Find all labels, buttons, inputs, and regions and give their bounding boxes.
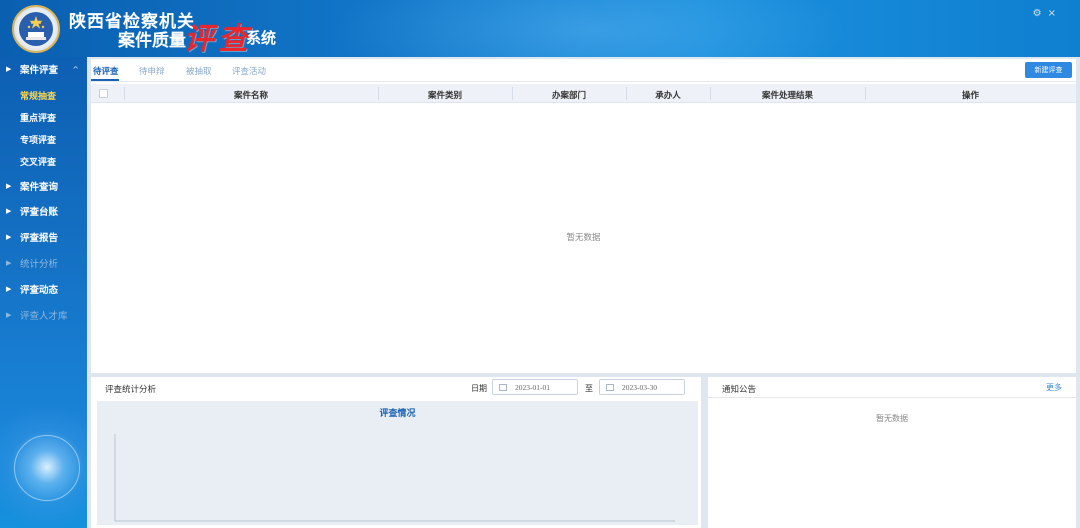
active-tab-indicator bbox=[91, 79, 119, 81]
tab-selected[interactable]: 被抽取 bbox=[186, 65, 212, 77]
sidebar-subitem-key-review[interactable]: 重点评查 bbox=[20, 111, 56, 124]
date-label: 日期 bbox=[471, 384, 487, 393]
notice-panel: 通知公告 更多 暂无数据 bbox=[708, 377, 1076, 528]
sidebar-item-statistics[interactable]: ▶ 统计分析 bbox=[0, 253, 87, 273]
select-all-checkbox[interactable] bbox=[99, 89, 108, 98]
caret-right-icon: ▶ bbox=[6, 182, 12, 190]
date-range-separator: 至 bbox=[585, 384, 593, 393]
procuratorate-emblem-logo bbox=[12, 5, 60, 53]
tab-review-activity[interactable]: 评查活动 bbox=[232, 65, 266, 77]
calendar-icon bbox=[499, 383, 507, 391]
sidebar-item-label: 统计分析 bbox=[20, 259, 59, 270]
gear-icon[interactable]: ⚙ bbox=[1033, 8, 1048, 19]
stats-panel-title: 评查统计分析 bbox=[105, 385, 157, 395]
review-chart-area: 评查情况 bbox=[97, 401, 698, 525]
system-title-art: 评查 bbox=[184, 22, 252, 57]
sidebar-item-review-ledger[interactable]: ▶ 评查台账 bbox=[0, 201, 87, 221]
caret-right-icon: ▶ bbox=[6, 259, 12, 267]
notice-panel-title: 通知公告 bbox=[722, 385, 757, 395]
sidebar-item-review-report[interactable]: ▶ 评查报告 bbox=[0, 227, 87, 247]
header-icons: ⚙× bbox=[1033, 8, 1062, 19]
header-glow bbox=[330, 0, 850, 57]
main-panel: 待评查 待申辩 被抽取 评查活动 新建评查 案件名称 案件类别 办案部门 承办人… bbox=[91, 59, 1076, 373]
caret-right-icon: ▶ bbox=[6, 285, 12, 293]
system-title-line3: 系统 bbox=[246, 29, 277, 47]
sidebar-item-review-news[interactable]: ▶ 评查动态 bbox=[0, 279, 87, 299]
caret-right-icon: ▶ bbox=[6, 311, 12, 319]
sidebar: ▶ 案件评查 ^ 常规抽查 重点评查 专项评查 交叉评查 ▶ 案件查询 ▶ 评查… bbox=[0, 57, 87, 528]
close-icon[interactable]: × bbox=[1048, 8, 1062, 19]
sidebar-item-label: 案件查询 bbox=[20, 182, 59, 193]
chevron-up-icon: ^ bbox=[72, 64, 79, 74]
chart-title: 评查情况 bbox=[379, 409, 416, 419]
caret-right-icon: ▶ bbox=[6, 65, 12, 73]
sidebar-subitem-special-review[interactable]: 专项评查 bbox=[20, 133, 56, 146]
table-header: 案件名称 案件类别 办案部门 承办人 案件处理结果 操作 bbox=[91, 84, 1076, 103]
system-title-line2: 案件质量 bbox=[118, 31, 186, 51]
stats-panel: 评查统计分析 日期 2023-01-01 至 2023-03-30 评查情况 bbox=[91, 377, 701, 528]
more-link[interactable]: 更多 bbox=[1046, 382, 1062, 393]
sidebar-ring-decoration bbox=[14, 435, 80, 501]
column-case-category[interactable]: 案件类别 bbox=[378, 89, 512, 101]
sidebar-item-label: 评查人才库 bbox=[20, 311, 68, 322]
end-date-value: 2023-03-30 bbox=[622, 382, 657, 392]
divider bbox=[708, 397, 1076, 398]
caret-right-icon: ▶ bbox=[6, 233, 12, 241]
tab-pending-review[interactable]: 待评查 bbox=[93, 65, 119, 77]
end-date-input[interactable]: 2023-03-30 bbox=[599, 379, 685, 395]
new-review-button[interactable]: 新建评查 bbox=[1025, 62, 1072, 78]
sidebar-item-case-review[interactable]: ▶ 案件评查 ^ bbox=[0, 59, 87, 79]
column-result[interactable]: 案件处理结果 bbox=[710, 89, 865, 101]
start-date-input[interactable]: 2023-01-01 bbox=[492, 379, 578, 395]
tab-pending-defense[interactable]: 待申辩 bbox=[139, 65, 165, 77]
sidebar-item-label: 评查动态 bbox=[20, 285, 59, 296]
notice-empty-text: 暂无数据 bbox=[876, 414, 908, 423]
sidebar-item-label: 案件评查 bbox=[20, 65, 59, 76]
sidebar-item-label: 评查报告 bbox=[20, 233, 59, 244]
column-actions[interactable]: 操作 bbox=[865, 89, 1076, 101]
calendar-icon bbox=[606, 383, 614, 391]
sidebar-subitem-routine-check[interactable]: 常规抽查 bbox=[20, 89, 56, 102]
review-chart-axes bbox=[114, 434, 675, 522]
table-empty-text: 暂无数据 bbox=[566, 233, 601, 243]
column-case-name[interactable]: 案件名称 bbox=[124, 89, 378, 101]
column-department[interactable]: 办案部门 bbox=[512, 89, 626, 101]
sidebar-item-label: 评查台账 bbox=[20, 207, 59, 218]
start-date-value: 2023-01-01 bbox=[515, 382, 550, 392]
column-handler[interactable]: 承办人 bbox=[626, 89, 710, 101]
tab-bar: 待评查 待申辩 被抽取 评查活动 新建评查 bbox=[91, 59, 1076, 82]
caret-right-icon: ▶ bbox=[6, 207, 12, 215]
sidebar-item-case-query[interactable]: ▶ 案件查询 bbox=[0, 176, 87, 196]
app-header: 陕西省检察机关 案件质量 评查 系统 ⚙× bbox=[0, 0, 1080, 57]
sidebar-subitem-cross-review[interactable]: 交叉评查 bbox=[20, 155, 56, 168]
sidebar-item-talent-pool[interactable]: ▶ 评查人才库 bbox=[0, 305, 87, 325]
